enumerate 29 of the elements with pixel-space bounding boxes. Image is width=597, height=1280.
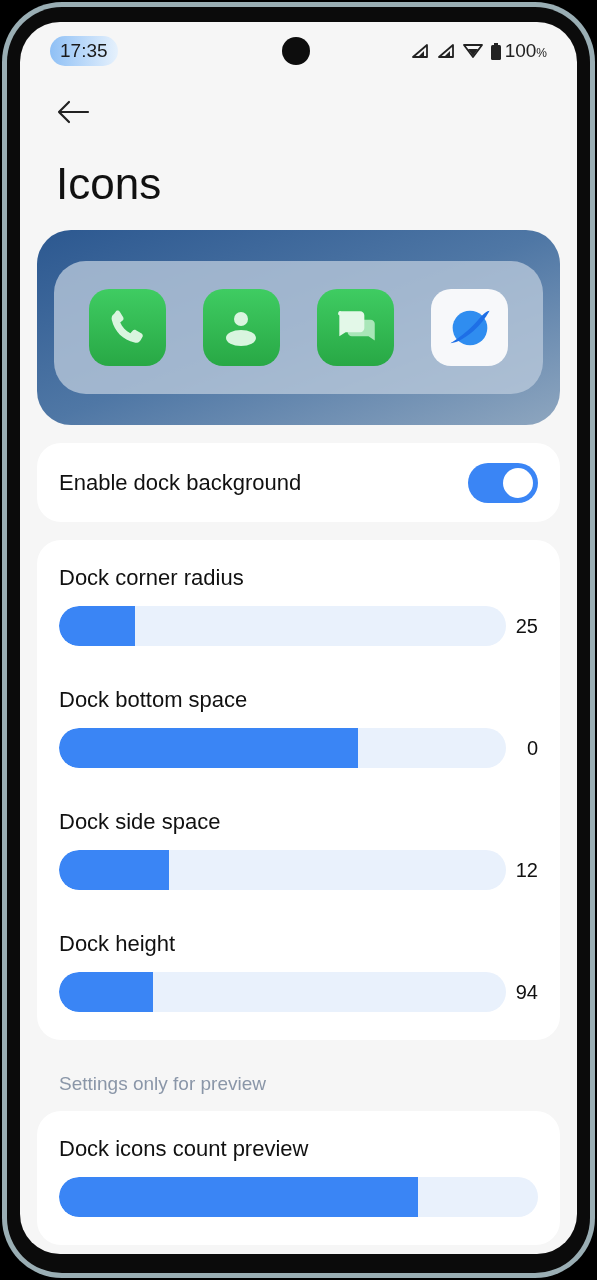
planet-app-icon: [431, 289, 509, 366]
slider-track[interactable]: [59, 850, 506, 890]
slider-value: 25: [514, 614, 538, 639]
slider-value: 94: [514, 980, 538, 1005]
slider-value: 12: [514, 858, 538, 883]
status-time: 17:35: [50, 35, 118, 67]
battery-percent: 100%: [504, 38, 547, 63]
wifi-icon: [462, 43, 483, 59]
battery-icon: [490, 42, 501, 60]
camera-hole-icon: [282, 37, 310, 65]
slider-track[interactable]: [59, 728, 506, 768]
toggle-switch[interactable]: [468, 462, 538, 503]
signal-icon: [436, 43, 455, 59]
chat-app-icon: [317, 289, 395, 366]
slider-track[interactable]: [59, 1176, 538, 1217]
slider-label: Dock icons count preview: [59, 1134, 310, 1163]
slider-label: Dock side space: [59, 808, 222, 836]
slider-label: Dock height: [59, 930, 177, 958]
phone-app-icon: [88, 289, 166, 366]
slider-label: Dock corner radius: [59, 564, 245, 592]
contact-app-icon: [202, 289, 280, 366]
setting-label: Enable dock background: [59, 469, 302, 497]
slider-track[interactable]: [59, 972, 506, 1012]
slider-label: Dock bottom space: [59, 686, 249, 714]
slider-track[interactable]: [59, 606, 506, 646]
page-title: Icons: [55, 158, 163, 210]
slider-value: 0: [525, 736, 538, 761]
section-header: Settings only for preview: [58, 1072, 267, 1096]
signal-icon: [410, 43, 429, 59]
